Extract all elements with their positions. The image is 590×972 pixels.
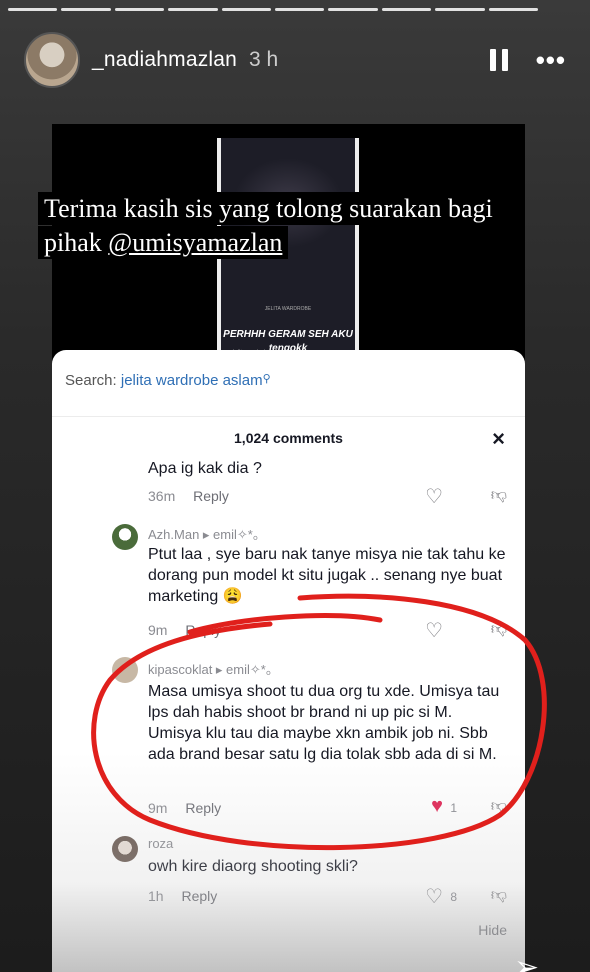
heart-icon[interactable]: ♡ xyxy=(425,484,443,509)
search-icon[interactable]: ⚲ xyxy=(263,373,271,385)
dislike-icon[interactable]: 👎︎ xyxy=(491,486,507,505)
dislike-icon[interactable]: 👎︎ xyxy=(491,620,507,639)
comment-text: Masa umisya shoot tu dua org tu xde. Umi… xyxy=(148,683,500,763)
hide-button[interactable]: Hide xyxy=(478,922,507,938)
pause-icon[interactable] xyxy=(489,49,508,71)
comment-text: Ptut laa , sye baru nak tanye misya nie … xyxy=(148,546,506,605)
like-count: 1 xyxy=(450,801,457,815)
dislike-icon[interactable]: 👎︎ xyxy=(491,886,507,905)
more-options-icon[interactable]: ••• xyxy=(536,45,566,76)
story-header: _nadiahmazlan 3 h ••• xyxy=(24,30,566,90)
comment-author[interactable]: kipascoklat ▸ emil✧*。 xyxy=(148,659,279,678)
comment-text: owh kire diaorg shooting skli? xyxy=(148,858,358,875)
list-item: kipascoklat ▸ emil✧*。 Masa umisya shoot … xyxy=(52,655,525,825)
comments-count: 1,024 comments xyxy=(234,430,343,446)
heart-icon[interactable]: ♡ xyxy=(425,618,443,643)
progress-segment xyxy=(61,8,111,11)
comment-time: 9m xyxy=(148,622,168,638)
reply-button[interactable]: Reply xyxy=(185,800,221,816)
heart-icon[interactable]: ♡ xyxy=(425,884,443,909)
search-label: Search: xyxy=(65,372,117,389)
comment-meta: 1h Reply xyxy=(148,888,217,904)
heart-icon[interactable]: ♥ xyxy=(431,795,443,818)
comment-author[interactable]: Azh.Man ▸ emil✧*。 xyxy=(148,524,266,543)
progress-segment xyxy=(275,8,325,11)
like-count: 8 xyxy=(450,890,457,904)
close-icon[interactable]: × xyxy=(492,426,505,452)
divider xyxy=(52,416,525,417)
avatar[interactable] xyxy=(112,657,138,683)
list-item: Apa ig kak dia ? 36m Reply ♡ 👎︎ xyxy=(52,450,525,510)
reply-button[interactable]: Reply xyxy=(193,488,229,504)
list-item: roza owh kire diaorg shooting skli? 1h R… xyxy=(52,832,525,912)
share-icon[interactable]: ➢ xyxy=(514,950,539,972)
comment-meta: 9m Reply xyxy=(148,622,221,638)
reply-button[interactable]: Reply xyxy=(185,622,221,638)
comment-meta: 9m Reply xyxy=(148,800,221,816)
progress-segment xyxy=(221,8,272,11)
comment-text: Apa ig kak dia ? xyxy=(148,460,262,477)
comment-author[interactable]: roza xyxy=(148,836,173,851)
progress-segment xyxy=(168,8,218,11)
avatar[interactable] xyxy=(112,524,138,550)
progress-segment xyxy=(488,8,539,11)
comment-time: 36m xyxy=(148,488,176,504)
search-query[interactable]: jelita wardrobe aslam xyxy=(121,372,263,389)
username[interactable]: _nadiahmazlan xyxy=(92,48,237,72)
video-overlay-line-1: PERHHH GERAM SEH AKU xyxy=(223,329,353,340)
progress-segment xyxy=(328,8,378,11)
progress-segment xyxy=(381,8,432,11)
caption-line-2: pihak @umisyamazlan xyxy=(38,226,289,259)
progress-segment xyxy=(114,8,165,11)
search-bar[interactable]: Search: jelita wardrobe aslam⚲ xyxy=(65,372,271,389)
progress-segment xyxy=(435,8,485,11)
video-small-text: JELITA WARDROBE xyxy=(264,306,312,312)
post-time: 3 h xyxy=(249,48,279,71)
caption-prefix: pihak xyxy=(44,228,109,257)
story-progress-bar xyxy=(8,8,539,11)
story-caption: Terima kasih sis yang tolong suarakan ba… xyxy=(38,192,553,260)
reply-button[interactable]: Reply xyxy=(181,888,217,904)
list-item: Azh.Man ▸ emil✧*。 Ptut laa , sye baru na… xyxy=(52,518,525,642)
caption-line-1: Terima kasih sis yang tolong suarakan ba… xyxy=(38,192,499,225)
header-controls: ••• xyxy=(489,45,566,76)
comments-panel: Search: jelita wardrobe aslam⚲ 1,024 com… xyxy=(52,350,525,972)
comment-time: 1h xyxy=(148,888,164,904)
progress-segment xyxy=(8,8,58,11)
avatar[interactable] xyxy=(24,32,80,88)
comment-meta: 36m Reply xyxy=(148,488,229,504)
avatar[interactable] xyxy=(112,836,138,862)
dislike-icon[interactable]: 👎︎ xyxy=(491,797,507,816)
mention-link[interactable]: @umisyamazlan xyxy=(108,228,282,257)
comment-time: 9m xyxy=(148,800,168,816)
